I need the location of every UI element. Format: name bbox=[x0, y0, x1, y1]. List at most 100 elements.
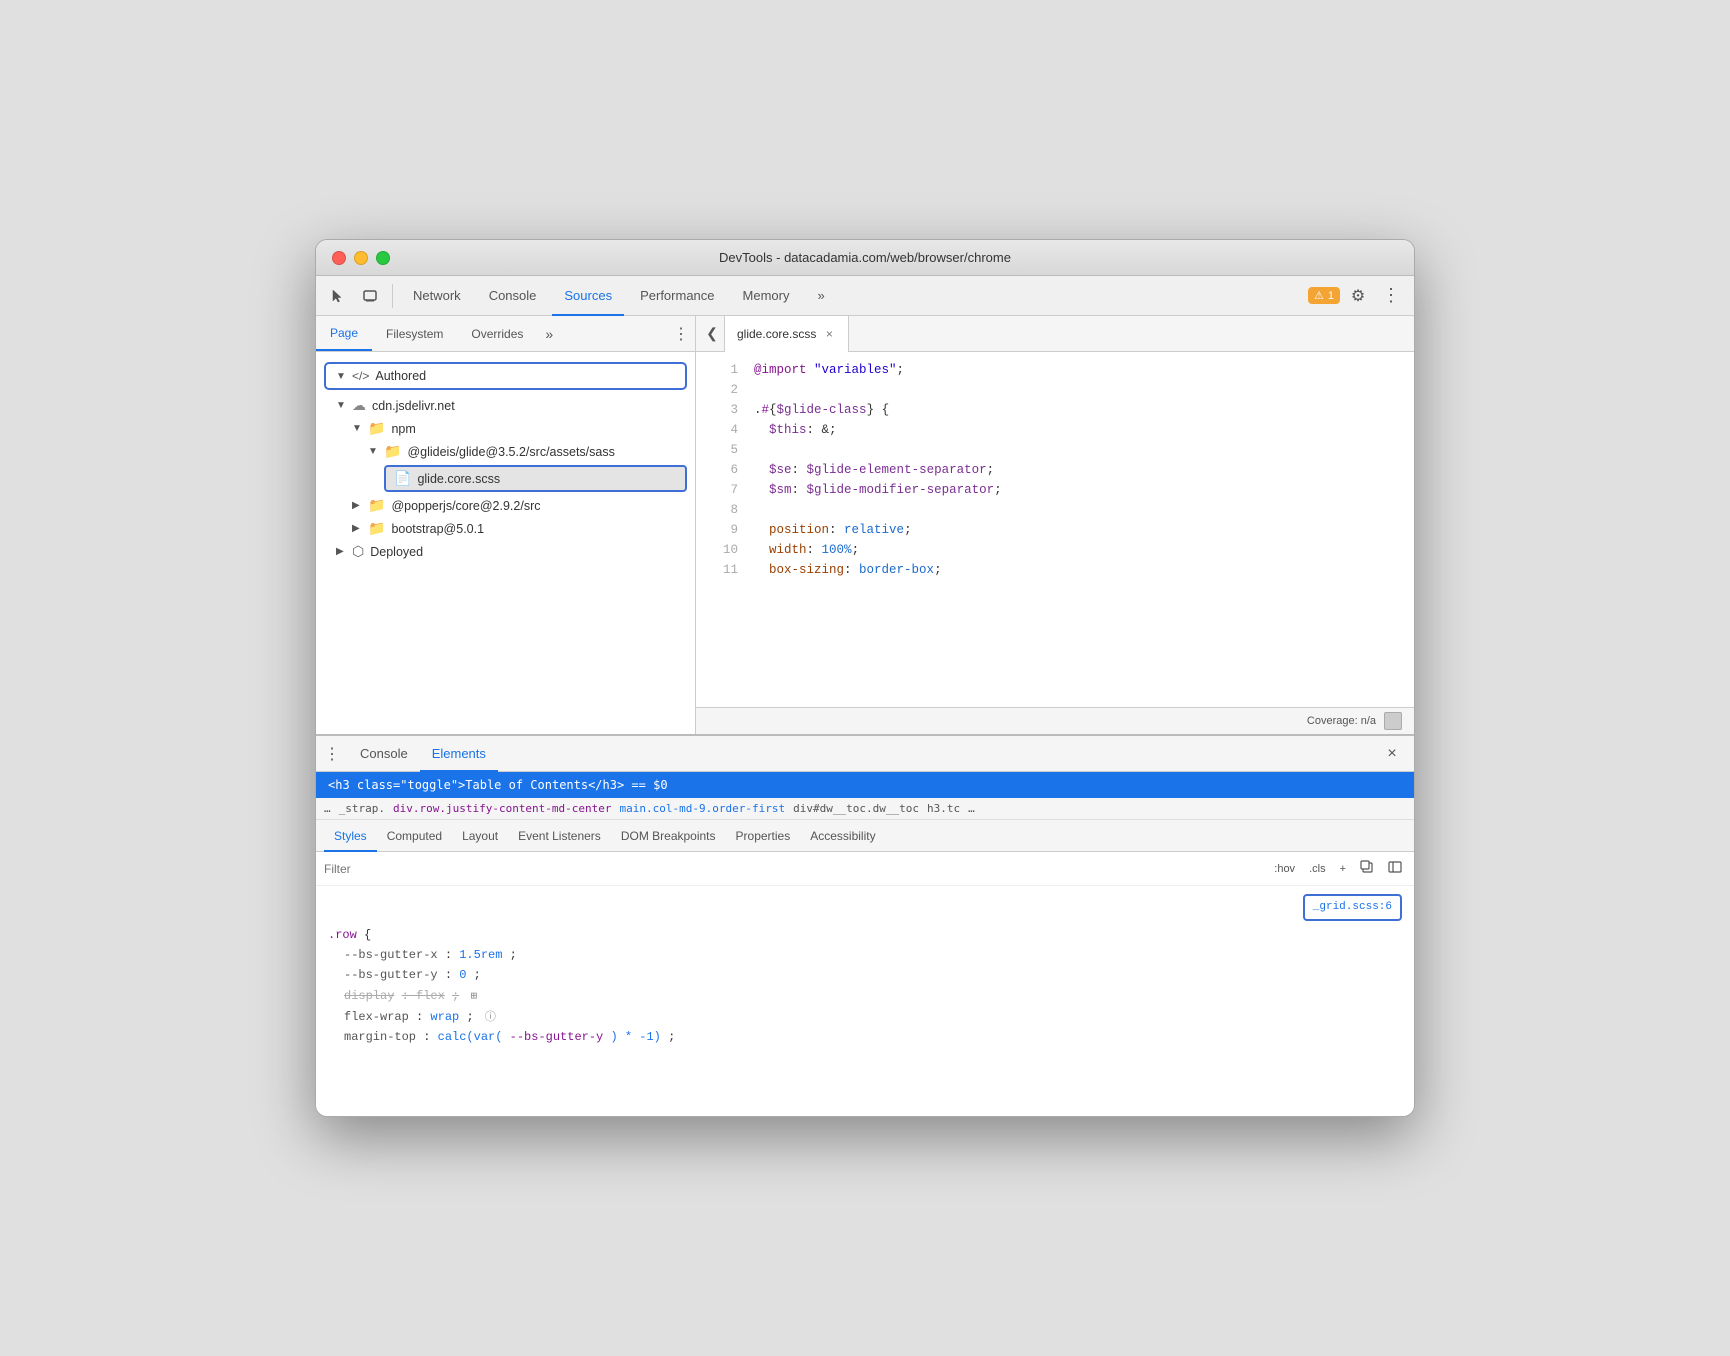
tab-performance[interactable]: Performance bbox=[628, 276, 726, 316]
tab-properties[interactable]: Properties bbox=[726, 820, 801, 852]
line-num-6: 6 bbox=[708, 460, 738, 480]
tree-item-npm[interactable]: ▼ 📁 npm bbox=[316, 417, 695, 440]
arrow-bootstrap: ▶ bbox=[352, 523, 364, 534]
code-line-7: 7 $sm: $glide-modifier-separator; bbox=[696, 480, 1414, 500]
css-val-1: 1.5rem bbox=[459, 948, 502, 962]
editor-nav-back[interactable]: ❮ bbox=[700, 322, 724, 346]
css-val-4: wrap bbox=[430, 1010, 459, 1024]
tree-item-glide-sass[interactable]: ▼ 📁 @glideis/glide@3.5.2/src/assets/sass bbox=[316, 440, 695, 463]
css-val-5c: ) * -1) bbox=[610, 1030, 660, 1044]
tab-console-bottom[interactable]: Console bbox=[348, 736, 420, 772]
settings-icon[interactable]: ⚙ bbox=[1344, 282, 1372, 310]
device-toolbar-icon[interactable] bbox=[356, 282, 384, 310]
panel-menu-button[interactable]: ⋮ bbox=[667, 320, 695, 348]
tree-item-popper[interactable]: ▶ 📁 @popperjs/core@2.9.2/src bbox=[316, 494, 695, 517]
filter-add-button[interactable]: + bbox=[1336, 861, 1350, 877]
styles-filter-bar: :hov .cls + bbox=[316, 852, 1414, 886]
line-code-11: box-sizing: border-box; bbox=[754, 560, 942, 580]
tab-more[interactable]: » bbox=[805, 276, 836, 316]
npm-label: npm bbox=[391, 422, 415, 436]
css-open-brace: { bbox=[364, 928, 371, 942]
breadcrumb-strap[interactable]: _strap. bbox=[339, 802, 385, 815]
error-badge[interactable]: ⚠ 1 bbox=[1308, 287, 1340, 304]
popper-label: @popperjs/core@2.9.2/src bbox=[391, 499, 540, 513]
folder-npm-icon: 📁 bbox=[368, 420, 385, 437]
code-line-8: 8 bbox=[696, 500, 1414, 520]
filter-hov-button[interactable]: :hov bbox=[1270, 861, 1299, 877]
styles-tabs: Styles Computed Layout Event Listeners D… bbox=[316, 820, 1414, 852]
coverage-expand-icon[interactable] bbox=[1384, 712, 1402, 730]
editor-tab-label: glide.core.scss bbox=[737, 327, 816, 341]
line-num-2: 2 bbox=[708, 380, 738, 400]
tab-console[interactable]: Console bbox=[477, 276, 549, 316]
code-line-10: 10 width: 100%; bbox=[696, 540, 1414, 560]
tab-event-listeners[interactable]: Event Listeners bbox=[508, 820, 611, 852]
breadcrumb-div-row[interactable]: div.row.justify-content-md-center bbox=[393, 802, 612, 815]
breadcrumb-div-toc[interactable]: div#dw__toc.dw__toc bbox=[793, 802, 919, 815]
css-semi-5: ; bbox=[668, 1030, 675, 1044]
tab-page[interactable]: Page bbox=[316, 316, 372, 351]
badge-icon: ⚠ bbox=[1314, 289, 1324, 302]
styles-filter-input[interactable] bbox=[324, 862, 1270, 876]
maximize-button[interactable] bbox=[376, 251, 390, 265]
devtools-toolbar: Network Console Sources Performance Memo… bbox=[316, 276, 1414, 316]
file-tree-content: ▼ </> Authored ▼ ☁ cdn.jsdelivr.net ▼ 📁 … bbox=[316, 352, 695, 734]
editor-tab-file[interactable]: glide.core.scss × bbox=[724, 316, 849, 352]
tab-memory[interactable]: Memory bbox=[731, 276, 802, 316]
tab-accessibility[interactable]: Accessibility bbox=[800, 820, 885, 852]
editor-tab-bar: ❮ glide.core.scss × bbox=[696, 316, 1414, 352]
code-line-1: 1 @import "variables"; bbox=[696, 360, 1414, 380]
more-options-icon[interactable]: ⋮ bbox=[1376, 285, 1406, 306]
tab-filesystem[interactable]: Filesystem bbox=[372, 316, 457, 351]
authored-section-box: ▼ </> Authored bbox=[324, 362, 687, 390]
css-rule: .row { --bs-gutter-x : 1.5rem ; --bs-gut… bbox=[328, 925, 1402, 1048]
panel-tab-more[interactable]: » bbox=[537, 326, 561, 342]
css-val-5b: --bs-gutter-y bbox=[510, 1030, 604, 1044]
folder-glide-icon: 📁 bbox=[384, 443, 401, 460]
tree-item-bootstrap[interactable]: ▶ 📁 bootstrap@5.0.1 bbox=[316, 517, 695, 540]
code-line-4: 4 $this: &; bbox=[696, 420, 1414, 440]
breadcrumb-main[interactable]: main.col-md-9.order-first bbox=[620, 802, 786, 815]
tab-network[interactable]: Network bbox=[401, 276, 473, 316]
arrow-glide-sass: ▼ bbox=[368, 446, 380, 457]
tab-elements-bottom[interactable]: Elements bbox=[420, 736, 498, 772]
filter-sidebar-button[interactable] bbox=[1384, 858, 1406, 879]
bottom-menu-dots[interactable]: ⋮ bbox=[324, 744, 340, 764]
deployed-icon: ⬡ bbox=[352, 543, 364, 560]
editor-tab-close[interactable]: × bbox=[822, 327, 836, 341]
minimize-button[interactable] bbox=[354, 251, 368, 265]
glide-sass-label: @glideis/glide@3.5.2/src/assets/sass bbox=[407, 445, 614, 459]
cursor-icon[interactable] bbox=[324, 282, 352, 310]
filter-copy-button[interactable] bbox=[1356, 858, 1378, 879]
devtools-window: DevTools - datacadamia.com/web/browser/c… bbox=[315, 239, 1415, 1117]
breadcrumb-ellipsis2[interactable]: … bbox=[968, 802, 975, 815]
breadcrumb-ellipsis[interactable]: … bbox=[324, 802, 331, 815]
tab-sources[interactable]: Sources bbox=[552, 276, 624, 316]
breadcrumb-h3[interactable]: h3.tc bbox=[927, 802, 960, 815]
tab-layout[interactable]: Layout bbox=[452, 820, 508, 852]
line-num-4: 4 bbox=[708, 420, 738, 440]
tree-item-authored[interactable]: ▼ </> Authored bbox=[328, 366, 683, 386]
css-colon-2: : bbox=[445, 968, 459, 982]
tree-item-deployed[interactable]: ▶ ⬡ Deployed bbox=[316, 540, 695, 563]
css-prop-display: display : flex ; ⊞ bbox=[328, 986, 1402, 1007]
tree-item-cdn[interactable]: ▼ ☁ cdn.jsdelivr.net bbox=[316, 394, 695, 417]
css-semi-1: ; bbox=[510, 948, 517, 962]
bottom-close-button[interactable]: × bbox=[1378, 740, 1406, 768]
tab-computed[interactable]: Computed bbox=[377, 820, 452, 852]
tab-overrides[interactable]: Overrides bbox=[457, 316, 537, 351]
close-button[interactable] bbox=[332, 251, 346, 265]
scss-file-icon: 📄 bbox=[394, 470, 411, 487]
css-colon-3: : bbox=[402, 989, 416, 1003]
code-editor-content[interactable]: 1 @import "variables"; 2 3 bbox=[696, 352, 1414, 707]
css-source-link[interactable]: _grid.scss:6 bbox=[1303, 894, 1402, 921]
dom-selected-element: <h3 class="toggle">Table of Contents</h3… bbox=[316, 772, 1414, 798]
tree-item-glide-file[interactable]: 📄 glide.core.scss bbox=[386, 467, 685, 490]
css-content: _grid.scss:6 .row { --bs-gutter-x : 1.5r… bbox=[316, 886, 1414, 1116]
window-title: DevTools - datacadamia.com/web/browser/c… bbox=[719, 250, 1011, 265]
tab-dom-breakpoints[interactable]: DOM Breakpoints bbox=[611, 820, 726, 852]
tab-styles[interactable]: Styles bbox=[324, 820, 377, 852]
css-selector-line: .row { bbox=[328, 925, 1402, 945]
filter-cls-button[interactable]: .cls bbox=[1305, 861, 1330, 877]
panel-tabs: Page Filesystem Overrides » ⋮ bbox=[316, 316, 695, 352]
